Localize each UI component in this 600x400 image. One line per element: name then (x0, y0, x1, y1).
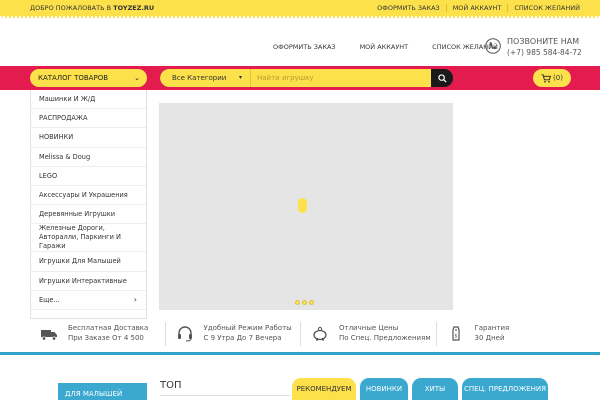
feature-prices: Отличные Цены По Спец. Предложениям (301, 322, 437, 346)
search-input[interactable] (250, 69, 431, 87)
headset-icon (177, 326, 192, 342)
top-link-account[interactable]: Мой аккаунт (445, 4, 508, 12)
tab-hits[interactable]: Хиты (412, 378, 458, 400)
header: Оформить заказ Мой аккаунт Список желани… (0, 18, 600, 66)
menu-item-label: Деревянные Игрушки (39, 210, 116, 219)
slider-dot[interactable] (309, 300, 314, 305)
site-name: TOYZEZ.RU (113, 4, 155, 12)
menu-item-railways[interactable]: Железные Дороги, Авторалли, Паркинги И Г… (31, 224, 146, 253)
nav-bar: Каталог товаров ⌄ Все Категории ▾ (0) (0, 66, 600, 90)
feature-title: Отличные Цены (339, 324, 399, 332)
catalog-menu: Машинки И Ж/Д РАСПРОДАЖА НОВИНКИ Melissa… (30, 90, 147, 319)
phone-title: Позвоните нам (507, 37, 580, 46)
menu-item-new[interactable]: НОВИНКИ (31, 128, 146, 148)
menu-item-melissa-doug[interactable]: Melissa & Doug (31, 148, 146, 167)
welcome-text: Добро пожаловать в TOYZEZ.RU (30, 4, 154, 12)
top-links: Оформить заказ Мой аккаунт Список желани… (371, 4, 586, 12)
feature-guarantee: $ Гарантия 30 Дней (437, 322, 572, 346)
search-bar: Все Категории ▾ (160, 69, 453, 87)
section-divider (0, 352, 600, 355)
menu-item-label: РАСПРОДАЖА (39, 114, 88, 123)
loading-spinner (298, 198, 307, 213)
tab-recommended[interactable]: Рекомендуем (292, 378, 356, 400)
menu-item-interactive-toys[interactable]: Игрушки Интерактивные (31, 272, 146, 291)
menu-item-lego[interactable]: LEGO (31, 167, 146, 186)
menu-item-label: Игрушки Для Малышей (39, 257, 121, 266)
phone-icon (485, 38, 501, 54)
price-tag-icon: $ (451, 326, 460, 341)
svg-text:$: $ (454, 334, 457, 340)
slider-dots (295, 300, 314, 305)
feature-title: Гарантия (474, 324, 510, 332)
title-underline (160, 395, 290, 396)
section-title: ТОП (160, 380, 182, 391)
menu-item-baby-toys[interactable]: Игрушки Для Малышей (31, 252, 146, 272)
tab-new[interactable]: Новинки (360, 378, 408, 400)
dropdown-arrow-icon: ▾ (238, 74, 242, 81)
truck-icon (41, 330, 57, 341)
menu-item-label: Аксессуары И Украшения (39, 191, 128, 200)
menu-item-label: Машинки И Ж/Д (39, 95, 96, 104)
search-icon (437, 73, 447, 83)
feature-subtitle: При Заказе От 4 500 (68, 334, 144, 342)
menu-item-label: LEGO (39, 171, 58, 180)
category-select[interactable]: Все Категории ▾ (160, 69, 250, 87)
phone-number[interactable]: (+7) 985 584-84-72 (507, 48, 582, 57)
menu-item-label: Melissa & Doug (39, 152, 91, 161)
tab-special-offers[interactable]: Спец. предложения (462, 378, 548, 400)
menu-item-label: Железные Дороги, Авторалли, Паркинги И Г… (39, 224, 121, 251)
top-link-wishlist[interactable]: Список желаний (507, 4, 586, 12)
header-link-checkout[interactable]: Оформить заказ (273, 43, 336, 51)
piggy-bank-icon (313, 326, 327, 341)
menu-item-label: НОВИНКИ (39, 133, 74, 142)
sidebar-heading: Для малышей (58, 383, 147, 400)
menu-item-label: Игрушки Интерактивные (39, 276, 127, 285)
feature-title: Удобный Режим Работы (203, 324, 292, 332)
search-button[interactable] (431, 69, 453, 87)
menu-item-cars[interactable]: Машинки И Ж/Д (31, 90, 146, 110)
feature-title: Бесплатная Доставка (68, 324, 149, 332)
top-link-checkout[interactable]: Оформить заказ (371, 4, 446, 12)
banner-slider[interactable] (159, 103, 453, 310)
chevron-down-icon: ⌄ (134, 74, 140, 82)
cart-button[interactable]: (0) (533, 69, 571, 87)
top-bar: Добро пожаловать в TOYZEZ.RU Оформить за… (0, 0, 600, 18)
menu-item-wooden-toys[interactable]: Деревянные Игрушки (31, 205, 146, 225)
category-select-value: Все Категории (172, 74, 227, 82)
menu-item-accessories[interactable]: Аксессуары И Украшения (31, 186, 146, 206)
feature-subtitle: С 9 Утра До 7 Вечера (203, 334, 282, 342)
header-link-account[interactable]: Мой аккаунт (360, 43, 409, 51)
feature-subtitle: По Спец. Предложениям (339, 334, 431, 342)
cart-icon (541, 73, 552, 83)
slider-dot[interactable] (295, 300, 300, 305)
menu-item-label: Еще... (39, 295, 60, 304)
chevron-right-icon: › (133, 295, 137, 305)
features-row: Бесплатная Доставка При Заказе От 4 500 … (30, 322, 571, 346)
welcome-label: Добро пожаловать в (30, 4, 112, 12)
product-tabs: Рекомендуем Новинки Хиты Спец. предложен… (292, 378, 548, 400)
catalog-label: Каталог товаров (38, 74, 108, 82)
cart-count: (0) (553, 74, 563, 82)
slider-dot[interactable] (302, 300, 307, 305)
feature-hours: Удобный Режим Работы С 9 Утра До 7 Вечер… (166, 322, 301, 346)
feature-delivery: Бесплатная Доставка При Заказе От 4 500 (30, 322, 166, 346)
feature-subtitle: 30 Дней (474, 334, 505, 342)
menu-item-sale[interactable]: РАСПРОДАЖА (31, 109, 146, 129)
catalog-button[interactable]: Каталог товаров ⌄ (30, 69, 147, 87)
menu-item-more[interactable]: Еще... › (31, 291, 146, 310)
